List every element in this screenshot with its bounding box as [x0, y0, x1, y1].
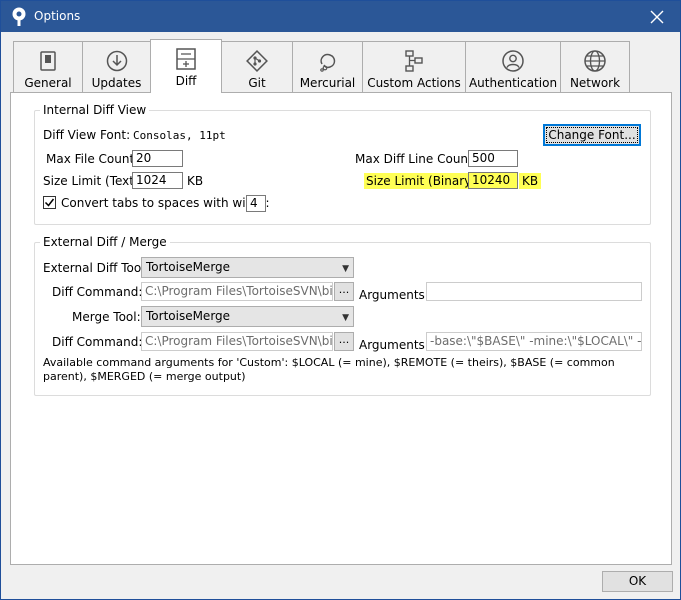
user-icon [502, 50, 524, 72]
merge-arguments-label: Arguments: [359, 338, 429, 352]
group-title: Internal Diff View [40, 103, 150, 117]
tab-label: Mercurial [299, 76, 356, 90]
tab-label: Custom Actions [367, 76, 461, 90]
selected-value: TortoiseMerge [146, 260, 231, 274]
tab-width-input[interactable]: 4 [246, 195, 266, 212]
diff-command-input[interactable]: C:\Program Files\TortoiseSVN\bin\T [141, 282, 333, 301]
switch-icon [40, 51, 56, 71]
size-limit-binary-unit: KB [519, 173, 542, 189]
size-limit-binary-label: Size Limit (Binary): [364, 173, 482, 189]
merge-command-input[interactable]: C:\Program Files\TortoiseSVN\bin\T [141, 332, 333, 351]
max-file-count-input[interactable]: 20 [132, 150, 183, 167]
merge-tool-label: Merge Tool: [72, 310, 141, 324]
external-diff-tool-select[interactable]: TortoiseMerge ▼ [141, 257, 354, 278]
merge-command-label: Diff Command: [52, 335, 143, 349]
merge-tool-select[interactable]: TortoiseMerge ▼ [141, 306, 354, 327]
diff-font-label: Diff View Font: [43, 128, 131, 142]
convert-tabs-checkbox[interactable] [43, 196, 56, 209]
tab-label: Network [569, 76, 621, 90]
size-limit-text-unit: KB [187, 174, 204, 188]
size-limit-text-input[interactable]: 1024 [132, 172, 183, 189]
tab-diff[interactable]: Diff [150, 39, 222, 93]
diff-font-value: Consolas, 11pt [133, 129, 226, 142]
tab-label: Authentication [468, 76, 558, 90]
chevron-down-icon: ▼ [342, 313, 349, 323]
max-file-count-label: Max File Count: [46, 152, 139, 166]
change-font-button[interactable]: Change Font... [543, 124, 641, 146]
chevron-down-icon: ▼ [342, 264, 349, 274]
merge-arguments-input[interactable]: -base:\"$BASE\" -mine:\"$LOCAL\" -the [426, 332, 642, 351]
tab-git[interactable]: Git [221, 41, 293, 92]
checkmark-icon [44, 198, 55, 207]
close-icon [650, 10, 664, 23]
flowchart-icon [405, 50, 423, 72]
max-diff-line-count-label: Max Diff Line Count: [355, 152, 477, 166]
app-logo-icon [12, 7, 26, 26]
tab-authentication[interactable]: Authentication [465, 41, 561, 92]
command-arguments-help: Available command arguments for 'Custom'… [43, 356, 615, 383]
globe-icon [584, 50, 606, 72]
tab-updates[interactable]: Updates [82, 41, 151, 92]
diff-command-label: Diff Command: [52, 285, 143, 299]
max-diff-line-count-input[interactable]: 500 [468, 150, 518, 167]
tab-general[interactable]: General [13, 41, 83, 92]
external-diff-tool-label: External Diff Tool: [43, 261, 149, 275]
diff-settings-panel: Internal Diff View Diff View Font: Conso… [10, 92, 672, 565]
mercurial-icon [319, 53, 335, 72]
diff-arguments-label: Arguments: [359, 288, 429, 302]
close-button[interactable] [634, 1, 680, 32]
tab-custom-actions[interactable]: Custom Actions [362, 41, 466, 92]
diff-icon [176, 48, 196, 70]
tab-label: Diff [175, 74, 197, 88]
selected-value: TortoiseMerge [146, 309, 231, 323]
size-limit-binary-input[interactable]: 10240 [468, 172, 518, 189]
tab-label: Git [248, 76, 266, 90]
convert-tabs-label: Convert tabs to spaces with width: [61, 196, 270, 210]
tab-label: General [24, 76, 72, 90]
title-bar: Options [1, 1, 680, 32]
size-limit-text-label: Size Limit (Text): [43, 174, 143, 188]
window-title: Options [34, 9, 81, 23]
download-icon [106, 50, 127, 72]
tab-network[interactable]: Network [560, 41, 630, 92]
diff-command-browse-button[interactable]: ... [334, 282, 354, 301]
tab-mercurial[interactable]: Mercurial [292, 41, 363, 92]
ok-button[interactable]: OK [602, 571, 673, 592]
git-icon [246, 50, 268, 72]
merge-command-browse-button[interactable]: ... [334, 332, 354, 351]
tab-label: Updates [91, 76, 142, 90]
options-dialog: Options General Updates Diff Git Mercuri… [0, 0, 681, 600]
diff-arguments-input[interactable] [426, 282, 642, 301]
group-title: External Diff / Merge [40, 235, 170, 249]
